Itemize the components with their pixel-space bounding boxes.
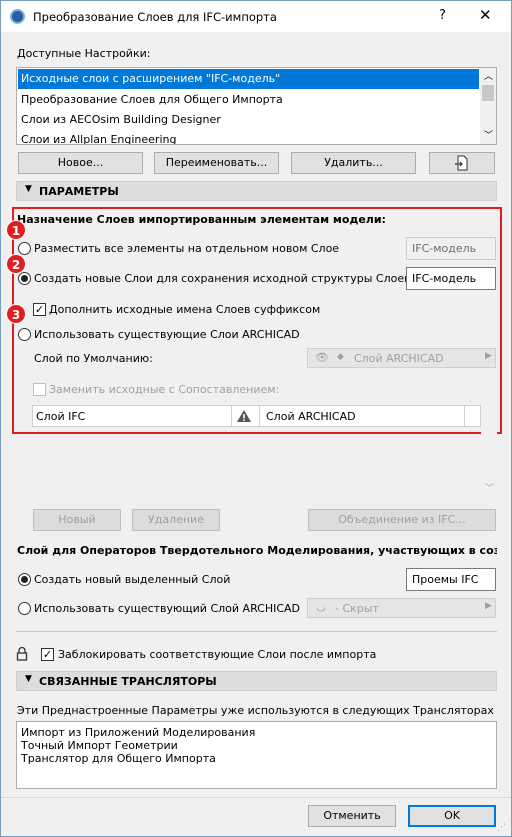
existing-layers-radio[interactable] bbox=[18, 328, 31, 341]
help-button[interactable]: ? bbox=[439, 8, 446, 23]
column-divider bbox=[259, 406, 260, 426]
merge-from-ifc-button[interactable]: Объединение из IFC... bbox=[308, 509, 496, 531]
dropdown-arrow-icon: ▶ bbox=[485, 351, 492, 361]
available-settings-label: Доступные Настройки: bbox=[17, 47, 151, 60]
scroll-up-icon[interactable]: ︿ bbox=[484, 69, 493, 82]
translator-item: Транслятор для Общего Импорта bbox=[21, 752, 216, 765]
eye-icon: 👁 bbox=[315, 351, 329, 364]
translators-header-label: СВЯЗАННЫЕ ТРАНСЛЯТОРЫ bbox=[39, 675, 217, 688]
callout-badge-3: 3 bbox=[6, 304, 26, 324]
ifc-layer-column[interactable]: Слой IFC bbox=[36, 410, 85, 423]
solid-existing-layer-label[interactable]: Использовать существующий Слой ARCHICAD bbox=[34, 602, 300, 615]
eye-closed-icon: ◡ bbox=[316, 600, 326, 613]
archicad-layer-column[interactable]: Слой ARCHICAD bbox=[266, 410, 356, 423]
scroll-down-icon[interactable]: ﹀ bbox=[485, 481, 494, 494]
warning-icon bbox=[237, 410, 251, 422]
collapse-triangle-icon[interactable]: ▼ bbox=[25, 184, 32, 194]
close-icon[interactable]: ✕ bbox=[479, 6, 492, 24]
suffix-checkbox-label[interactable]: Дополнить исходные имена Слоев суффиксом bbox=[49, 303, 320, 316]
translators-list: Импорт из Приложений Моделирования Точны… bbox=[16, 721, 497, 789]
layer-suffix-field[interactable]: IFC-модель bbox=[406, 267, 496, 290]
solid-layer-name-field[interactable]: Проемы IFC bbox=[406, 568, 496, 591]
dialog-window: Преобразование Слоев для IFC-импорта ? ✕… bbox=[0, 0, 512, 837]
import-file-icon bbox=[455, 155, 468, 171]
translator-item: Точный Импорт Геометрии bbox=[21, 739, 178, 752]
layer-assignment-label: Назначение Слоев импортированным элемент… bbox=[17, 213, 386, 226]
translators-section-header[interactable]: ▼ СВЯЗАННЫЕ ТРАНСЛЯТОРЫ bbox=[16, 671, 497, 691]
column-divider bbox=[231, 406, 232, 426]
translator-item: Импорт из Приложений Моделирования bbox=[21, 726, 256, 739]
new-layers-label[interactable]: Создать новые Слои для сохранения исходн… bbox=[34, 272, 411, 285]
suffix-checkbox[interactable]: ✓ bbox=[33, 303, 46, 316]
replace-mapping-checkbox[interactable] bbox=[33, 383, 46, 396]
lock-layers-checkbox[interactable]: ✓ bbox=[41, 648, 54, 661]
settings-list[interactable]: Исходные слои с расширением "IFC-модель"… bbox=[16, 67, 497, 145]
collapse-triangle-icon[interactable]: ▼ bbox=[25, 674, 32, 684]
single-layer-radio[interactable] bbox=[18, 242, 31, 255]
solid-existing-layer-radio[interactable] bbox=[18, 602, 31, 615]
solid-existing-layer-value: - Скрыт bbox=[335, 602, 379, 615]
delete-mapping-button[interactable]: Удаление bbox=[132, 509, 220, 531]
settings-list-scrollbar[interactable]: ︿ ﹀ bbox=[480, 68, 496, 144]
padlock-icon bbox=[16, 646, 28, 661]
delete-setting-button[interactable]: Удалить... bbox=[291, 152, 416, 174]
default-layer-dropdown[interactable]: 👁 ◆ Слой ARCHICAD ▶ bbox=[307, 348, 496, 368]
cancel-button[interactable]: Отменить bbox=[308, 805, 396, 827]
new-mapping-button[interactable]: Новый bbox=[33, 509, 121, 531]
settings-list-item[interactable]: Слои из Allplan Engineering bbox=[18, 130, 479, 144]
solid-ops-layer-label: Слой для Операторов Твердотельного Модел… bbox=[17, 544, 497, 557]
scroll-thumb[interactable] bbox=[482, 85, 494, 101]
solid-new-layer-label[interactable]: Создать новый выделенный Слой bbox=[34, 573, 230, 586]
archicad-app-icon bbox=[10, 9, 25, 24]
lock-icon: ◆ bbox=[337, 352, 344, 362]
import-settings-button[interactable] bbox=[429, 152, 495, 174]
ok-button[interactable]: OK bbox=[408, 805, 496, 827]
new-layers-radio[interactable] bbox=[18, 272, 31, 285]
window-title: Преобразование Слоев для IFC-импорта bbox=[33, 10, 277, 24]
mapping-table-scrollbar[interactable]: ﹀ bbox=[481, 405, 497, 497]
callout-badge-1: 1 bbox=[6, 220, 26, 240]
title-bar: Преобразование Слоев для IFC-импорта ? ✕ bbox=[1, 1, 511, 32]
dropdown-arrow-icon: ▶ bbox=[485, 601, 492, 611]
parameters-section-header[interactable]: ▼ ПАРАМЕТРЫ bbox=[16, 181, 497, 201]
single-layer-label[interactable]: Разместить все элементы на отдельном нов… bbox=[34, 242, 339, 255]
mapping-table-header: Слой IFC Слой ARCHICAD bbox=[32, 405, 481, 427]
settings-list-item[interactable]: Исходные слои с расширением "IFC-модель" bbox=[18, 69, 479, 89]
settings-list-item[interactable]: Слои из AECOsim Building Designer bbox=[18, 110, 479, 130]
new-setting-button[interactable]: Новое... bbox=[18, 152, 143, 174]
existing-layers-label[interactable]: Использовать существующие Слои ARCHICAD bbox=[34, 328, 300, 341]
single-layer-name-field[interactable]: IFC-модель bbox=[406, 237, 496, 260]
divider bbox=[16, 631, 497, 632]
default-layer-label: Слой по Умолчанию: bbox=[34, 352, 153, 365]
solid-new-layer-radio[interactable] bbox=[18, 573, 31, 586]
parameters-header-label: ПАРАМЕТРЫ bbox=[39, 185, 119, 198]
rename-setting-button[interactable]: Переименовать... bbox=[154, 152, 279, 174]
column-divider bbox=[464, 406, 465, 426]
callout-badge-2: 2 bbox=[6, 254, 26, 274]
lock-layers-label[interactable]: Заблокировать соответствующие Слои после… bbox=[58, 648, 376, 661]
settings-list-item[interactable]: Преобразование Слоев для Общего Импорта bbox=[18, 90, 479, 110]
resize-grip-icon[interactable]: ⋰ bbox=[497, 823, 506, 833]
footer-divider bbox=[1, 797, 511, 798]
solid-existing-layer-dropdown[interactable]: ◡ - Скрыт ▶ bbox=[307, 598, 496, 618]
replace-mapping-label[interactable]: Заменить исходные с Сопоставлением: bbox=[49, 383, 279, 396]
scroll-down-icon[interactable]: ﹀ bbox=[484, 128, 493, 141]
translators-info-text: Эти Преднастроенные Параметры уже исполь… bbox=[17, 704, 497, 717]
default-layer-value: Слой ARCHICAD bbox=[354, 352, 444, 365]
